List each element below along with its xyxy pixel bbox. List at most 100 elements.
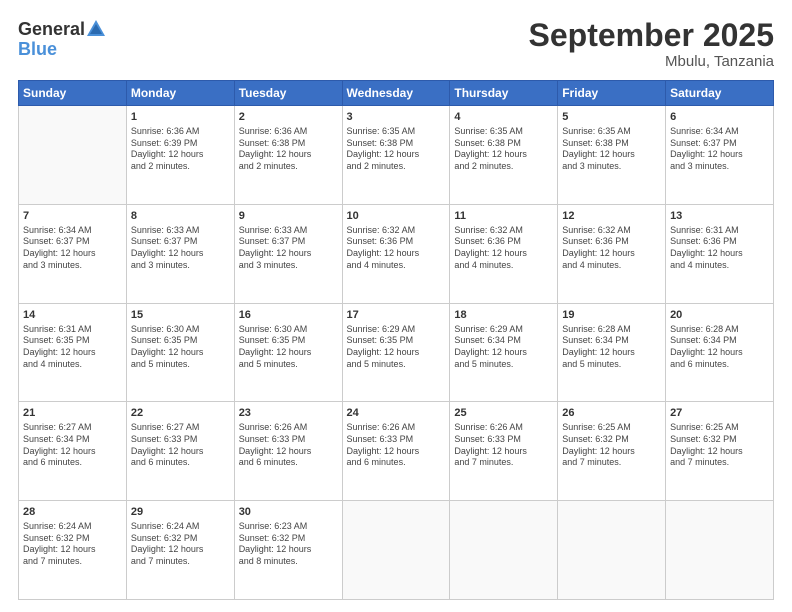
calendar-cell <box>558 501 666 600</box>
calendar-cell: 19Sunrise: 6:28 AM Sunset: 6:34 PM Dayli… <box>558 303 666 402</box>
day-info: Sunrise: 6:32 AM Sunset: 6:36 PM Dayligh… <box>562 225 661 272</box>
day-number: 24 <box>347 406 446 421</box>
calendar-cell: 16Sunrise: 6:30 AM Sunset: 6:35 PM Dayli… <box>234 303 342 402</box>
logo: General Blue <box>18 18 107 58</box>
calendar-cell <box>19 106 127 205</box>
day-info: Sunrise: 6:36 AM Sunset: 6:39 PM Dayligh… <box>131 126 230 173</box>
day-number: 21 <box>23 406 122 421</box>
calendar-cell: 30Sunrise: 6:23 AM Sunset: 6:32 PM Dayli… <box>234 501 342 600</box>
calendar-cell <box>450 501 558 600</box>
title-block: September 2025 Mbulu, Tanzania <box>529 18 774 70</box>
calendar-cell: 18Sunrise: 6:29 AM Sunset: 6:34 PM Dayli… <box>450 303 558 402</box>
day-number: 16 <box>239 308 338 323</box>
day-number: 13 <box>670 209 769 224</box>
calendar-cell: 14Sunrise: 6:31 AM Sunset: 6:35 PM Dayli… <box>19 303 127 402</box>
calendar-cell: 10Sunrise: 6:32 AM Sunset: 6:36 PM Dayli… <box>342 204 450 303</box>
calendar-cell: 20Sunrise: 6:28 AM Sunset: 6:34 PM Dayli… <box>666 303 774 402</box>
day-number: 29 <box>131 505 230 520</box>
calendar-cell: 29Sunrise: 6:24 AM Sunset: 6:32 PM Dayli… <box>126 501 234 600</box>
calendar-cell <box>666 501 774 600</box>
day-number: 5 <box>562 110 661 125</box>
day-number: 2 <box>239 110 338 125</box>
week-row-5: 28Sunrise: 6:24 AM Sunset: 6:32 PM Dayli… <box>19 501 774 600</box>
calendar-table: SundayMondayTuesdayWednesdayThursdayFrid… <box>18 80 774 600</box>
calendar-cell: 11Sunrise: 6:32 AM Sunset: 6:36 PM Dayli… <box>450 204 558 303</box>
calendar-cell: 21Sunrise: 6:27 AM Sunset: 6:34 PM Dayli… <box>19 402 127 501</box>
calendar-cell <box>342 501 450 600</box>
day-number: 12 <box>562 209 661 224</box>
day-info: Sunrise: 6:32 AM Sunset: 6:36 PM Dayligh… <box>454 225 553 272</box>
weekday-header-tuesday: Tuesday <box>234 81 342 106</box>
day-number: 27 <box>670 406 769 421</box>
day-info: Sunrise: 6:30 AM Sunset: 6:35 PM Dayligh… <box>131 324 230 371</box>
day-number: 9 <box>239 209 338 224</box>
day-info: Sunrise: 6:29 AM Sunset: 6:34 PM Dayligh… <box>454 324 553 371</box>
day-number: 25 <box>454 406 553 421</box>
day-info: Sunrise: 6:31 AM Sunset: 6:36 PM Dayligh… <box>670 225 769 272</box>
calendar-cell: 12Sunrise: 6:32 AM Sunset: 6:36 PM Dayli… <box>558 204 666 303</box>
calendar-cell: 26Sunrise: 6:25 AM Sunset: 6:32 PM Dayli… <box>558 402 666 501</box>
day-number: 4 <box>454 110 553 125</box>
day-info: Sunrise: 6:23 AM Sunset: 6:32 PM Dayligh… <box>239 521 338 568</box>
calendar-subtitle: Mbulu, Tanzania <box>529 53 774 70</box>
day-info: Sunrise: 6:31 AM Sunset: 6:35 PM Dayligh… <box>23 324 122 371</box>
day-info: Sunrise: 6:30 AM Sunset: 6:35 PM Dayligh… <box>239 324 338 371</box>
calendar-cell: 7Sunrise: 6:34 AM Sunset: 6:37 PM Daylig… <box>19 204 127 303</box>
logo-general: General <box>18 20 85 38</box>
day-number: 30 <box>239 505 338 520</box>
logo-icon <box>85 18 107 40</box>
calendar-cell: 23Sunrise: 6:26 AM Sunset: 6:33 PM Dayli… <box>234 402 342 501</box>
weekday-header-wednesday: Wednesday <box>342 81 450 106</box>
day-info: Sunrise: 6:26 AM Sunset: 6:33 PM Dayligh… <box>347 422 446 469</box>
calendar-cell: 5Sunrise: 6:35 AM Sunset: 6:38 PM Daylig… <box>558 106 666 205</box>
day-info: Sunrise: 6:24 AM Sunset: 6:32 PM Dayligh… <box>23 521 122 568</box>
calendar-cell: 1Sunrise: 6:36 AM Sunset: 6:39 PM Daylig… <box>126 106 234 205</box>
calendar-cell: 8Sunrise: 6:33 AM Sunset: 6:37 PM Daylig… <box>126 204 234 303</box>
calendar-cell: 13Sunrise: 6:31 AM Sunset: 6:36 PM Dayli… <box>666 204 774 303</box>
day-info: Sunrise: 6:24 AM Sunset: 6:32 PM Dayligh… <box>131 521 230 568</box>
day-info: Sunrise: 6:26 AM Sunset: 6:33 PM Dayligh… <box>239 422 338 469</box>
day-info: Sunrise: 6:33 AM Sunset: 6:37 PM Dayligh… <box>131 225 230 272</box>
day-info: Sunrise: 6:28 AM Sunset: 6:34 PM Dayligh… <box>562 324 661 371</box>
day-number: 11 <box>454 209 553 224</box>
day-number: 15 <box>131 308 230 323</box>
day-number: 22 <box>131 406 230 421</box>
day-info: Sunrise: 6:36 AM Sunset: 6:38 PM Dayligh… <box>239 126 338 173</box>
calendar-title: September 2025 <box>529 18 774 53</box>
day-info: Sunrise: 6:26 AM Sunset: 6:33 PM Dayligh… <box>454 422 553 469</box>
day-number: 26 <box>562 406 661 421</box>
week-row-3: 14Sunrise: 6:31 AM Sunset: 6:35 PM Dayli… <box>19 303 774 402</box>
day-info: Sunrise: 6:35 AM Sunset: 6:38 PM Dayligh… <box>562 126 661 173</box>
calendar-cell: 2Sunrise: 6:36 AM Sunset: 6:38 PM Daylig… <box>234 106 342 205</box>
day-info: Sunrise: 6:34 AM Sunset: 6:37 PM Dayligh… <box>670 126 769 173</box>
page: General Blue September 2025 Mbulu, Tanza… <box>0 0 792 612</box>
day-info: Sunrise: 6:27 AM Sunset: 6:34 PM Dayligh… <box>23 422 122 469</box>
day-number: 8 <box>131 209 230 224</box>
day-number: 20 <box>670 308 769 323</box>
day-number: 14 <box>23 308 122 323</box>
day-info: Sunrise: 6:27 AM Sunset: 6:33 PM Dayligh… <box>131 422 230 469</box>
day-number: 17 <box>347 308 446 323</box>
day-info: Sunrise: 6:25 AM Sunset: 6:32 PM Dayligh… <box>670 422 769 469</box>
day-info: Sunrise: 6:28 AM Sunset: 6:34 PM Dayligh… <box>670 324 769 371</box>
calendar-cell: 6Sunrise: 6:34 AM Sunset: 6:37 PM Daylig… <box>666 106 774 205</box>
day-number: 19 <box>562 308 661 323</box>
day-info: Sunrise: 6:32 AM Sunset: 6:36 PM Dayligh… <box>347 225 446 272</box>
weekday-header-thursday: Thursday <box>450 81 558 106</box>
calendar-cell: 27Sunrise: 6:25 AM Sunset: 6:32 PM Dayli… <box>666 402 774 501</box>
day-info: Sunrise: 6:35 AM Sunset: 6:38 PM Dayligh… <box>454 126 553 173</box>
calendar-cell: 25Sunrise: 6:26 AM Sunset: 6:33 PM Dayli… <box>450 402 558 501</box>
day-info: Sunrise: 6:35 AM Sunset: 6:38 PM Dayligh… <box>347 126 446 173</box>
day-number: 1 <box>131 110 230 125</box>
calendar-cell: 4Sunrise: 6:35 AM Sunset: 6:38 PM Daylig… <box>450 106 558 205</box>
header: General Blue September 2025 Mbulu, Tanza… <box>18 18 774 70</box>
week-row-2: 7Sunrise: 6:34 AM Sunset: 6:37 PM Daylig… <box>19 204 774 303</box>
calendar-cell: 22Sunrise: 6:27 AM Sunset: 6:33 PM Dayli… <box>126 402 234 501</box>
day-number: 23 <box>239 406 338 421</box>
calendar-cell: 3Sunrise: 6:35 AM Sunset: 6:38 PM Daylig… <box>342 106 450 205</box>
weekday-header-sunday: Sunday <box>19 81 127 106</box>
day-info: Sunrise: 6:25 AM Sunset: 6:32 PM Dayligh… <box>562 422 661 469</box>
calendar-cell: 15Sunrise: 6:30 AM Sunset: 6:35 PM Dayli… <box>126 303 234 402</box>
calendar-cell: 9Sunrise: 6:33 AM Sunset: 6:37 PM Daylig… <box>234 204 342 303</box>
week-row-4: 21Sunrise: 6:27 AM Sunset: 6:34 PM Dayli… <box>19 402 774 501</box>
